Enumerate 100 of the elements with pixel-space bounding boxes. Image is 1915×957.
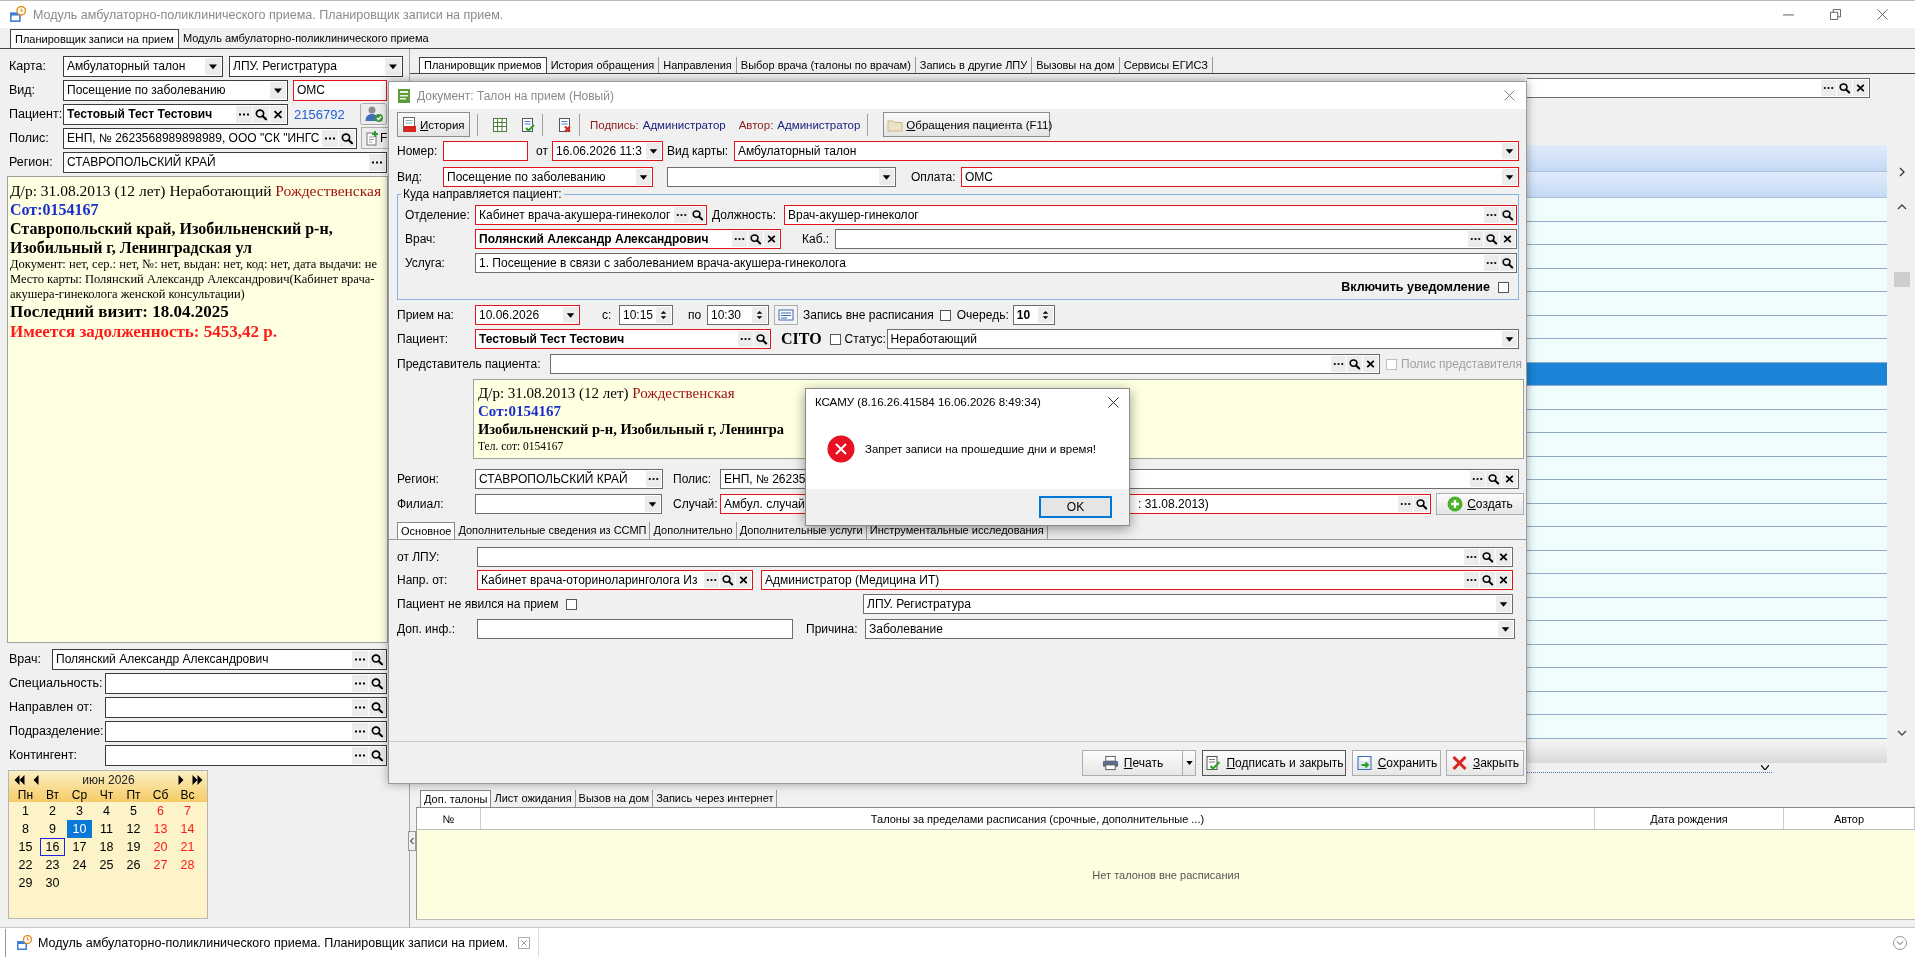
ellipsis-icon[interactable] xyxy=(732,231,747,247)
payment-combo[interactable]: ОМС xyxy=(961,167,1519,187)
column-header[interactable]: Автор xyxy=(1784,808,1915,829)
search-icon[interactable] xyxy=(1837,80,1852,96)
ellipsis-icon[interactable] xyxy=(1484,207,1499,223)
patient-field[interactable]: Тестовый Тест Тестович xyxy=(63,103,288,125)
chevron-left-icon[interactable] xyxy=(408,831,416,851)
search-icon[interactable] xyxy=(690,207,705,223)
module-tab[interactable]: Планировщик записи на прием xyxy=(10,29,179,48)
region-field[interactable]: СТАВРОПОЛЬСКИЙ КРАЙ xyxy=(63,151,387,173)
time-from-spinner[interactable]: 10:15 xyxy=(619,305,673,325)
calendar-day[interactable]: 6 xyxy=(148,802,173,820)
planner-tab[interactable]: Направления xyxy=(659,57,737,73)
card-type-combo[interactable]: Амбулаторный талон xyxy=(734,141,1519,161)
ellipsis-icon[interactable] xyxy=(674,207,689,223)
calendar-day[interactable]: 22 xyxy=(13,856,38,874)
planner-tab[interactable]: Выбор врача (талоны по врачам) xyxy=(736,57,916,73)
calendar-day[interactable]: 28 xyxy=(175,856,200,874)
planner-tab[interactable]: Планировщик приемов xyxy=(419,57,547,73)
clear-icon[interactable] xyxy=(1853,80,1868,96)
clear-icon[interactable] xyxy=(270,105,286,123)
spin-arrows-icon[interactable] xyxy=(752,307,767,323)
cabinet-field[interactable] xyxy=(835,229,1517,249)
clear-icon[interactable] xyxy=(1363,356,1378,372)
checkbox[interactable] xyxy=(566,598,578,610)
search-icon[interactable] xyxy=(369,746,385,764)
ellipsis-icon[interactable] xyxy=(1821,80,1836,96)
module-tab[interactable]: Модуль амбулаторно-поликлинического приема xyxy=(178,29,433,48)
search-icon[interactable] xyxy=(1486,471,1501,487)
scrollbar-thumb[interactable] xyxy=(1894,272,1910,287)
payment-field[interactable]: ОМС xyxy=(293,79,387,101)
save-button[interactable]: Сохранить xyxy=(1352,750,1441,776)
service-field[interactable]: 1. Посещение в связи с заболеванием врача-акушера-гинеколога xyxy=(475,253,1517,273)
patient-visits-button[interactable]: Обращения пациента (F11) xyxy=(883,112,1051,137)
ellipsis-icon[interactable] xyxy=(704,572,719,588)
extra-info-field[interactable] xyxy=(477,619,793,639)
search-icon[interactable] xyxy=(1414,496,1429,512)
checkbox[interactable] xyxy=(1498,281,1509,293)
close-button[interactable]: Закрыть xyxy=(1446,750,1524,776)
close-icon[interactable] xyxy=(1108,396,1119,408)
date-combo[interactable]: 16.06.2026 11:3 xyxy=(552,141,663,161)
scroll-down-icon[interactable] xyxy=(1897,730,1907,736)
search-icon[interactable] xyxy=(1480,549,1495,565)
patient-field[interactable]: Тестовый Тест Тестович xyxy=(475,329,771,349)
planner-tab[interactable]: Вызовы на дом xyxy=(1032,57,1120,73)
time-to-spinner[interactable]: 10:30 xyxy=(707,305,769,325)
search-icon[interactable] xyxy=(369,698,385,716)
search-icon[interactable] xyxy=(1347,356,1362,372)
calendar-day[interactable]: 10 xyxy=(67,820,92,838)
form-tab[interactable]: Дополнительно xyxy=(650,522,737,539)
region-field[interactable]: СТАВРОПОЛЬСКИЙ КРАЙ xyxy=(475,469,663,489)
search-icon[interactable] xyxy=(369,650,385,668)
card-type-combo[interactable]: Амбулаторный талон xyxy=(63,55,223,77)
visit-subtype-combo[interactable] xyxy=(667,167,896,187)
close-icon[interactable] xyxy=(1877,9,1888,20)
visit-type-combo[interactable]: Посещение по заболеванию xyxy=(63,79,288,101)
ellipsis-icon[interactable] xyxy=(1398,496,1413,512)
checklist-icon[interactable] xyxy=(521,116,535,133)
calendar-day[interactable]: 29 xyxy=(13,874,38,892)
calendar-day[interactable]: 27 xyxy=(148,856,173,874)
clear-icon[interactable] xyxy=(1500,231,1515,247)
ellipsis-icon[interactable] xyxy=(1464,572,1479,588)
print-menu-button[interactable] xyxy=(1183,750,1196,776)
clear-icon[interactable] xyxy=(736,572,751,588)
chevron-down-icon[interactable] xyxy=(1893,935,1907,950)
calendar-day[interactable]: 25 xyxy=(94,856,119,874)
table-icon[interactable] xyxy=(493,116,507,133)
doctor-filter-field[interactable] xyxy=(105,744,387,766)
number-field[interactable] xyxy=(443,141,528,161)
ellipsis-icon[interactable] xyxy=(1464,549,1479,565)
referred-by-field[interactable]: Кабинет врача-оториноларинголога Из xyxy=(477,570,753,590)
checkbox[interactable] xyxy=(829,333,841,345)
list-icon[interactable] xyxy=(774,305,798,325)
calendar-day[interactable]: 2 xyxy=(40,802,65,820)
calendar-day[interactable]: 18 xyxy=(94,838,119,856)
double-left-arrow-icon[interactable] xyxy=(14,775,25,785)
calendar-day[interactable]: 1 xyxy=(13,802,38,820)
doctor-filter-field[interactable] xyxy=(105,720,387,742)
history-button[interactable]: История xyxy=(397,112,470,137)
ellipsis-icon[interactable] xyxy=(646,471,661,487)
calendar-day[interactable]: 19 xyxy=(121,838,146,856)
dropdown-field[interactable] xyxy=(1527,763,1772,773)
planner-tab[interactable]: История обращения xyxy=(546,57,660,73)
ellipsis-icon[interactable] xyxy=(1470,471,1485,487)
calendar-day[interactable]: 24 xyxy=(67,856,92,874)
clear-icon[interactable] xyxy=(1496,549,1511,565)
calendar-day[interactable]: 9 xyxy=(40,820,65,838)
extra-tab[interactable]: Запись через интернет xyxy=(653,790,778,807)
search-icon[interactable] xyxy=(1500,207,1515,223)
restore-icon[interactable] xyxy=(1830,9,1841,20)
calendar-day[interactable]: 5 xyxy=(121,802,146,820)
queue-spinner[interactable]: 10 xyxy=(1012,305,1055,325)
reason-combo[interactable]: Заболевание xyxy=(865,619,1515,639)
calendar-day[interactable]: 14 xyxy=(175,820,200,838)
close-tab-icon[interactable] xyxy=(518,936,531,949)
calendar-day[interactable]: 13 xyxy=(148,820,173,838)
planner-tab[interactable]: Запись в другие ЛПУ xyxy=(915,57,1033,73)
doctor-filter-field[interactable] xyxy=(105,672,387,694)
lpu-combo[interactable]: ЛПУ. Регистратура xyxy=(229,55,403,77)
search-icon[interactable] xyxy=(1484,231,1499,247)
